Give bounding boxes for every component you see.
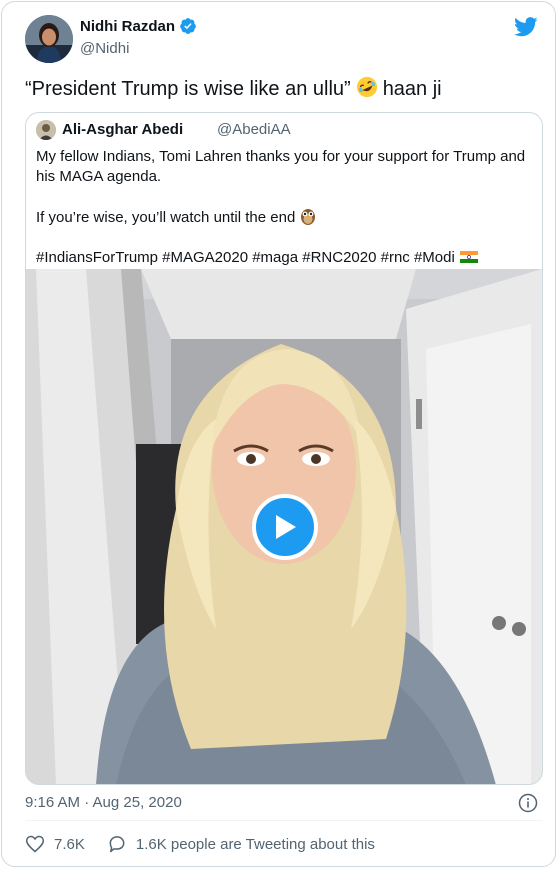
divider	[25, 820, 543, 821]
quoted-text-line-2: If you’re wise, you’ll watch until the e…	[36, 207, 536, 228]
like-action[interactable]: 7.6K	[25, 834, 85, 854]
author-handle[interactable]: @Nidhi	[80, 40, 129, 57]
quoted-author-handle[interactable]: @AbediAA	[217, 121, 291, 138]
tweet-text: “President Trump is wise like an ullu” h…	[25, 76, 442, 102]
comment-icon	[109, 836, 125, 853]
info-icon[interactable]	[518, 793, 538, 813]
quoted-tweet[interactable]: Ali-Asghar Abedi @AbediAA My fellow Indi…	[25, 112, 543, 785]
like-count: 7.6K	[54, 835, 85, 853]
twitter-bird-icon[interactable]	[514, 17, 538, 37]
quoted-author-name[interactable]: Ali-Asghar Abedi	[62, 121, 183, 138]
quoted-author-avatar[interactable]	[36, 120, 56, 140]
quoted-hashtags[interactable]: #IndiansForTrump #MAGA2020 #maga #RNC202…	[36, 249, 455, 266]
play-icon	[276, 515, 296, 539]
heart-icon	[25, 835, 45, 853]
comment-count: 1.6K people are Tweeting about this	[135, 835, 375, 853]
tweet-timestamp[interactable]: 9:16 AM · Aug 25, 2020	[25, 794, 182, 811]
author-avatar[interactable]	[25, 15, 73, 63]
quoted-hashtags-line[interactable]: #IndiansForTrump #MAGA2020 #maga #RNC202…	[36, 248, 536, 268]
tweet-text-suffix: haan ji	[382, 78, 442, 100]
verified-badge-icon	[180, 18, 196, 34]
tweet-text-main: “President Trump is wise like an ullu”	[25, 78, 351, 100]
rolling-on-floor-laughing-emoji-icon	[356, 76, 377, 98]
author-name[interactable]: Nidhi Razdan	[80, 18, 175, 35]
comment-action[interactable]: 1.6K people are Tweeting about this	[107, 834, 375, 854]
video-thumbnail[interactable]	[26, 269, 542, 784]
quoted-text-line: My fellow Indians, Tomi Lahren thanks yo…	[36, 148, 526, 185]
owl-emoji-icon	[301, 209, 316, 225]
tweet-card[interactable]: Nidhi Razdan @Nidhi “President Trump is …	[1, 1, 556, 867]
tweet-actions: 7.6K 1.6K people are Tweeting about this	[25, 834, 397, 854]
quoted-text-wise: If you’re wise, you’ll watch until the e…	[36, 209, 296, 226]
quoted-tweet-text: My fellow Indians, Tomi Lahren thanks yo…	[36, 147, 536, 268]
india-flag-emoji-icon	[459, 251, 478, 263]
play-button[interactable]	[252, 494, 318, 560]
